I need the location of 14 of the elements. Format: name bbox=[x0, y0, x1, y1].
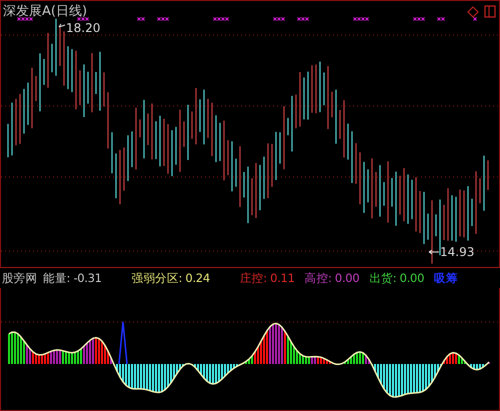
indicator-value: 出货: 0.00 bbox=[369, 270, 424, 286]
indicator-value: 庄控: 0.11 bbox=[240, 270, 295, 286]
indicator-value: 高控: 0.00 bbox=[304, 270, 360, 286]
window-icon[interactable] bbox=[484, 5, 496, 18]
indicator-value: 能量: -0.31 bbox=[43, 270, 102, 286]
indicator-value: 强弱分区: 0.24 bbox=[132, 270, 210, 286]
indicator-value: 吸筹 bbox=[434, 270, 458, 286]
arrow-icon bbox=[58, 24, 66, 28]
diamond-icon[interactable] bbox=[467, 6, 479, 18]
chart-title: 深发展A(日线) bbox=[3, 3, 88, 20]
high-price-label: 18.20 bbox=[66, 21, 100, 35]
indicator-name: 股旁网 bbox=[2, 270, 38, 286]
arrow-icon bbox=[428, 250, 440, 254]
low-price-label: 14.93 bbox=[440, 245, 474, 259]
